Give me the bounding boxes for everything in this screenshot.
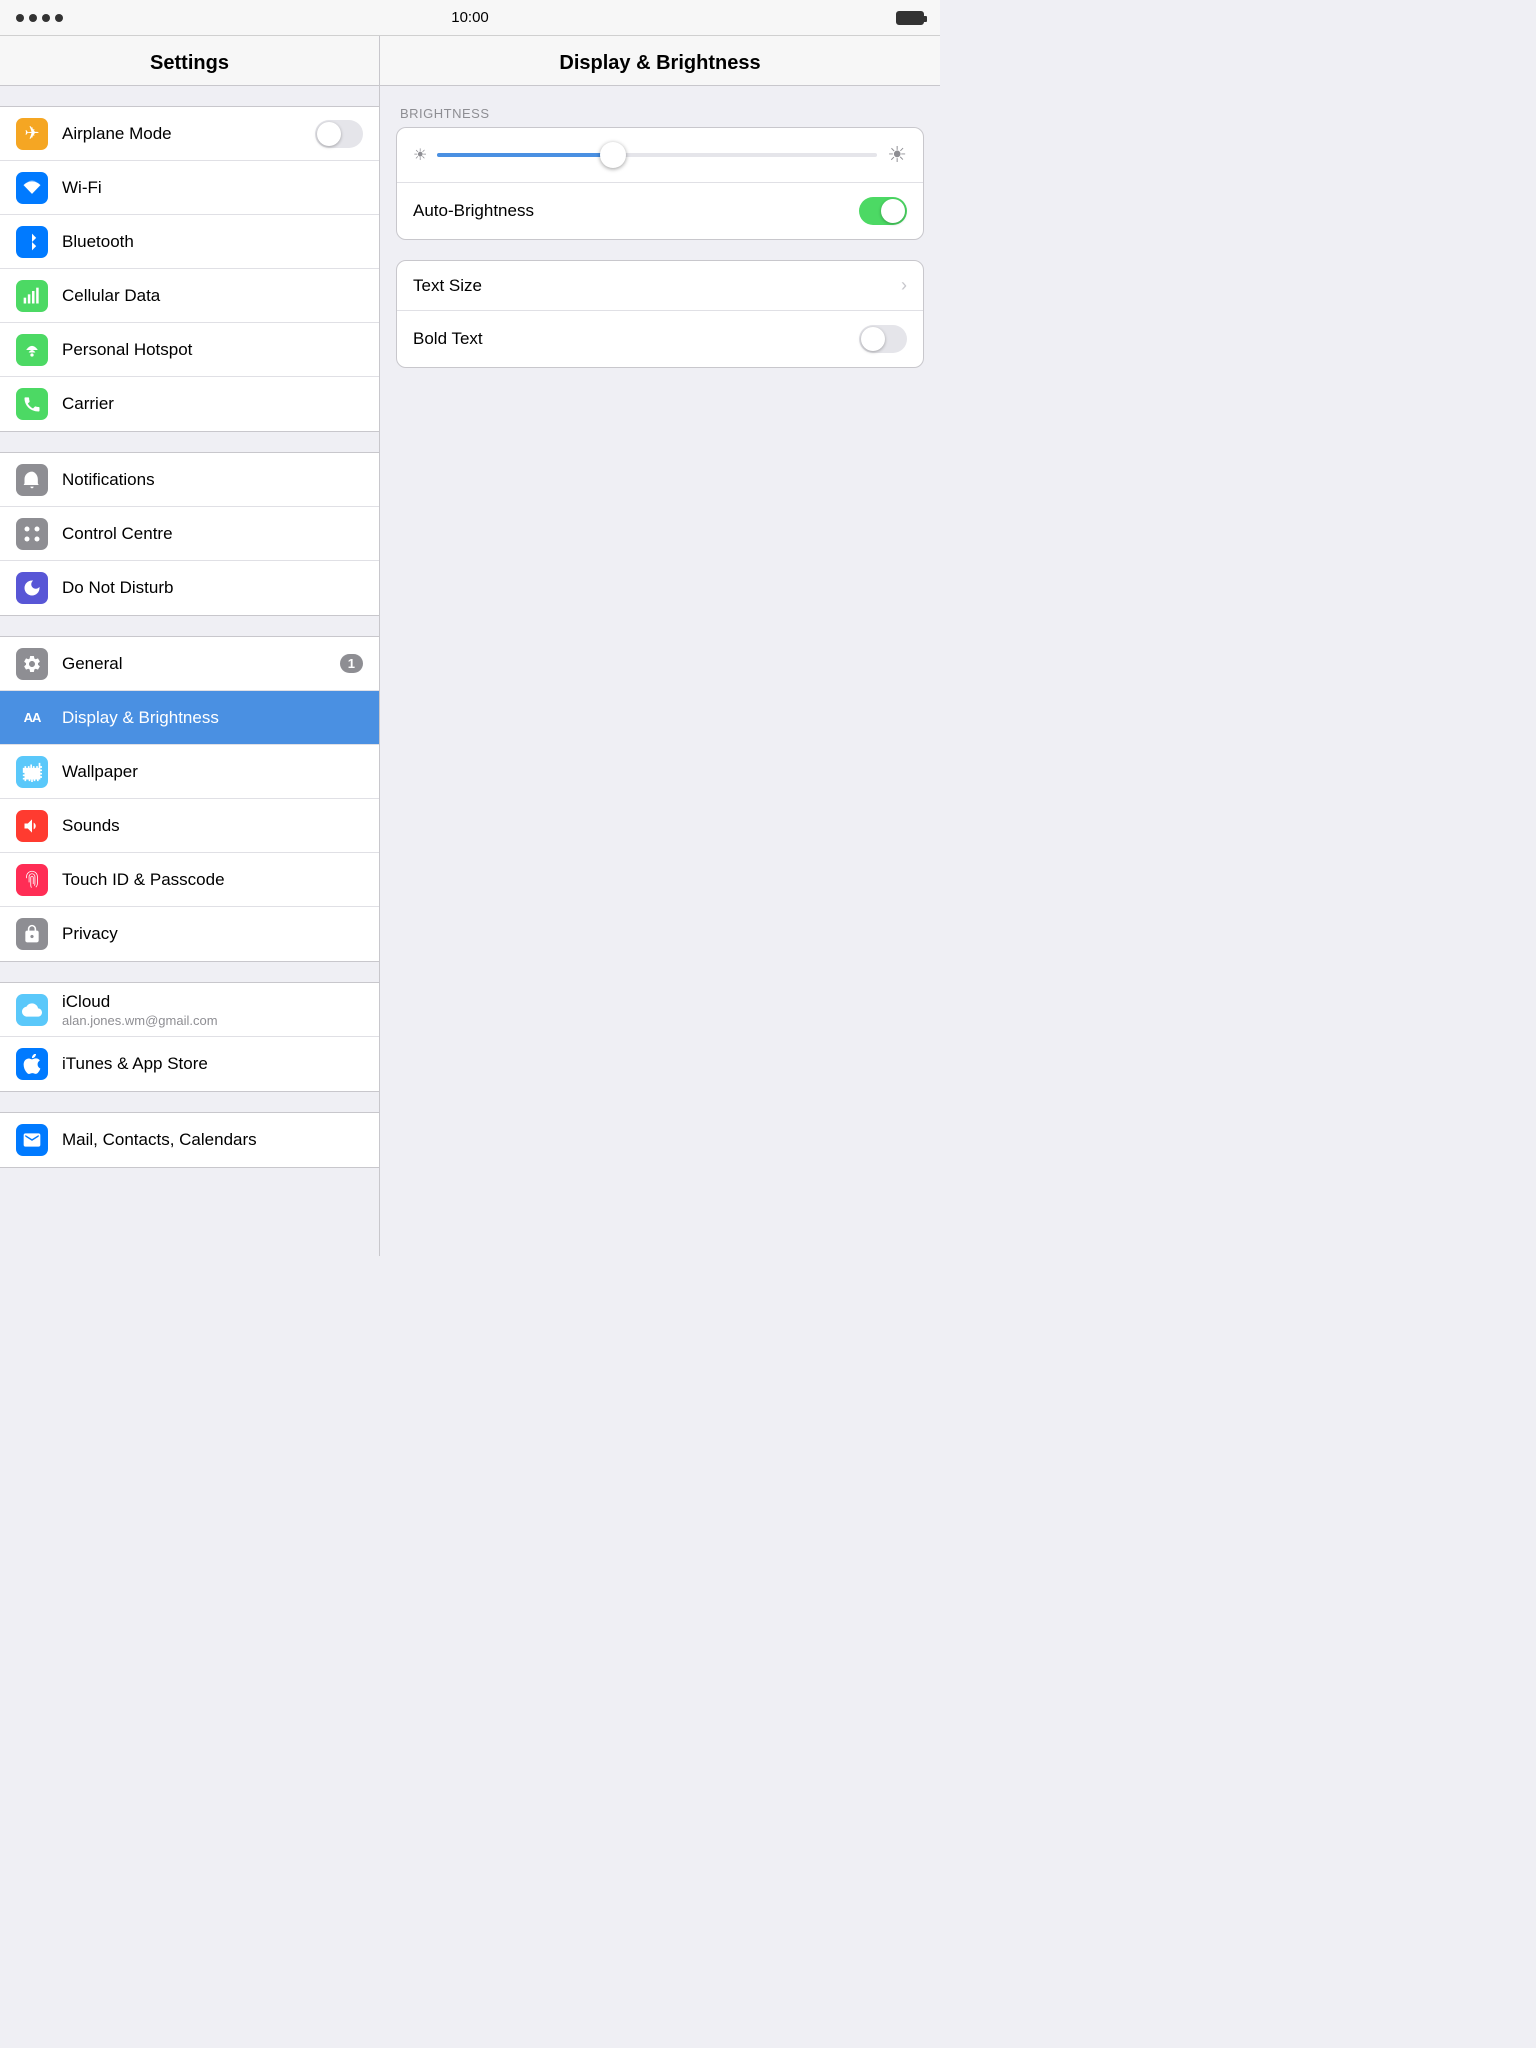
general-badge: 1 bbox=[340, 654, 363, 673]
sidebar-item-wifi[interactable]: Wi-Fi bbox=[0, 161, 379, 215]
brightness-slider-fill bbox=[437, 153, 613, 157]
bold-text-label: Bold Text bbox=[413, 329, 859, 349]
sidebar-item-touch-id[interactable]: Touch ID & Passcode bbox=[0, 853, 379, 907]
icloud-icon bbox=[16, 994, 48, 1026]
bluetooth-label: Bluetooth bbox=[62, 232, 363, 252]
hotspot-label: Personal Hotspot bbox=[62, 340, 363, 360]
right-panel-title: Display & Brightness bbox=[559, 52, 760, 74]
sounds-label: Sounds bbox=[62, 816, 363, 836]
sidebar-item-control-centre[interactable]: Control Centre bbox=[0, 507, 379, 561]
sidebar-item-general[interactable]: General 1 bbox=[0, 637, 379, 691]
signal-dots bbox=[16, 14, 63, 22]
sidebar-item-cellular-data[interactable]: Cellular Data bbox=[0, 269, 379, 323]
icloud-sublabel: alan.jones.wm@gmail.com bbox=[62, 1013, 363, 1028]
touch-id-icon bbox=[16, 864, 48, 896]
cellular-icon bbox=[16, 280, 48, 312]
notifications-label: Notifications bbox=[62, 470, 363, 490]
settings-group-system: Notifications Control Centre Do Not Dist… bbox=[0, 452, 379, 616]
display-brightness-icon: AA bbox=[16, 702, 48, 734]
notifications-icon bbox=[16, 464, 48, 496]
control-centre-icon bbox=[16, 518, 48, 550]
wallpaper-icon bbox=[16, 756, 48, 788]
auto-brightness-label: Auto-Brightness bbox=[413, 201, 859, 221]
itunes-appstore-label: iTunes & App Store bbox=[62, 1054, 363, 1074]
text-size-chevron: › bbox=[901, 275, 907, 296]
sidebar-item-airplane-mode[interactable]: ✈ Airplane Mode bbox=[0, 107, 379, 161]
settings-group-accounts: iCloud alan.jones.wm@gmail.com iTunes & … bbox=[0, 982, 379, 1092]
sidebar-item-sounds[interactable]: Sounds bbox=[0, 799, 379, 853]
right-header: Display & Brightness bbox=[380, 36, 940, 86]
sidebar: Settings ✈ Airplane Mode Wi-Fi bbox=[0, 36, 380, 1256]
settings-group-connectivity: ✈ Airplane Mode Wi-Fi Bluetooth bbox=[0, 106, 379, 432]
sidebar-item-display-brightness[interactable]: AA Display & Brightness bbox=[0, 691, 379, 745]
right-panel: Display & Brightness BRIGHTNESS ☀ ☀ bbox=[380, 36, 940, 1256]
status-time: 10:00 bbox=[451, 9, 489, 26]
settings-group-apps: Mail, Contacts, Calendars bbox=[0, 1112, 379, 1168]
auto-brightness-row: Auto-Brightness bbox=[397, 183, 923, 239]
sidebar-item-itunes-appstore[interactable]: iTunes & App Store bbox=[0, 1037, 379, 1091]
sidebar-title: Settings bbox=[150, 52, 229, 74]
text-size-row[interactable]: Text Size › bbox=[397, 261, 923, 311]
cellular-label: Cellular Data bbox=[62, 286, 363, 306]
brightness-slider-row: ☀ ☀ bbox=[397, 128, 923, 183]
general-icon bbox=[16, 648, 48, 680]
sidebar-item-bluetooth[interactable]: Bluetooth bbox=[0, 215, 379, 269]
mail-contacts-icon bbox=[16, 1124, 48, 1156]
settings-group-display: General 1 AA Display & Brightness Wallpa… bbox=[0, 636, 379, 962]
wifi-icon bbox=[16, 172, 48, 204]
sounds-icon bbox=[16, 810, 48, 842]
text-size-label: Text Size bbox=[413, 276, 893, 296]
brightness-slider-thumb[interactable] bbox=[600, 142, 626, 168]
carrier-icon bbox=[16, 388, 48, 420]
icloud-label: iCloud bbox=[62, 992, 363, 1012]
brightness-card: ☀ ☀ Auto-Brightness bbox=[396, 127, 924, 240]
right-content: BRIGHTNESS ☀ ☀ Auto-Brightness bbox=[380, 86, 940, 408]
sidebar-item-wallpaper[interactable]: Wallpaper bbox=[0, 745, 379, 799]
status-bar: 10:00 bbox=[0, 0, 940, 36]
bold-text-toggle[interactable] bbox=[859, 325, 907, 353]
control-centre-label: Control Centre bbox=[62, 524, 363, 544]
sidebar-item-carrier[interactable]: Carrier bbox=[0, 377, 379, 431]
airplane-mode-label: Airplane Mode bbox=[62, 124, 315, 144]
bluetooth-icon bbox=[16, 226, 48, 258]
sidebar-item-icloud[interactable]: iCloud alan.jones.wm@gmail.com bbox=[0, 983, 379, 1037]
privacy-icon bbox=[16, 918, 48, 950]
sun-small-icon: ☀ bbox=[413, 145, 427, 165]
sidebar-item-do-not-disturb[interactable]: Do Not Disturb bbox=[0, 561, 379, 615]
touch-id-label: Touch ID & Passcode bbox=[62, 870, 363, 890]
carrier-label: Carrier bbox=[62, 394, 363, 414]
general-label: General bbox=[62, 654, 332, 674]
hotspot-icon bbox=[16, 334, 48, 366]
brightness-slider-container: ☀ ☀ bbox=[413, 142, 907, 168]
mail-contacts-label: Mail, Contacts, Calendars bbox=[62, 1130, 363, 1150]
text-options-card: Text Size › Bold Text bbox=[396, 260, 924, 368]
sidebar-header: Settings bbox=[0, 36, 379, 86]
brightness-section-label: BRIGHTNESS bbox=[396, 106, 924, 127]
itunes-appstore-icon bbox=[16, 1048, 48, 1080]
privacy-label: Privacy bbox=[62, 924, 363, 944]
icloud-label-stack: iCloud alan.jones.wm@gmail.com bbox=[62, 992, 363, 1028]
wifi-label: Wi-Fi bbox=[62, 178, 363, 198]
sidebar-item-notifications[interactable]: Notifications bbox=[0, 453, 379, 507]
battery-icon bbox=[896, 11, 924, 25]
sidebar-item-personal-hotspot[interactable]: Personal Hotspot bbox=[0, 323, 379, 377]
bold-text-row: Bold Text bbox=[397, 311, 923, 367]
sidebar-item-privacy[interactable]: Privacy bbox=[0, 907, 379, 961]
sun-large-icon: ☀ bbox=[887, 142, 907, 168]
airplane-mode-icon: ✈ bbox=[16, 118, 48, 150]
brightness-slider-track[interactable] bbox=[437, 153, 877, 157]
sidebar-item-mail-contacts[interactable]: Mail, Contacts, Calendars bbox=[0, 1113, 379, 1167]
do-not-disturb-label: Do Not Disturb bbox=[62, 578, 363, 598]
auto-brightness-toggle[interactable] bbox=[859, 197, 907, 225]
do-not-disturb-icon bbox=[16, 572, 48, 604]
wallpaper-label: Wallpaper bbox=[62, 762, 363, 782]
main-layout: Settings ✈ Airplane Mode Wi-Fi bbox=[0, 36, 940, 1256]
display-brightness-label: Display & Brightness bbox=[62, 708, 363, 728]
airplane-mode-toggle[interactable] bbox=[315, 120, 363, 148]
